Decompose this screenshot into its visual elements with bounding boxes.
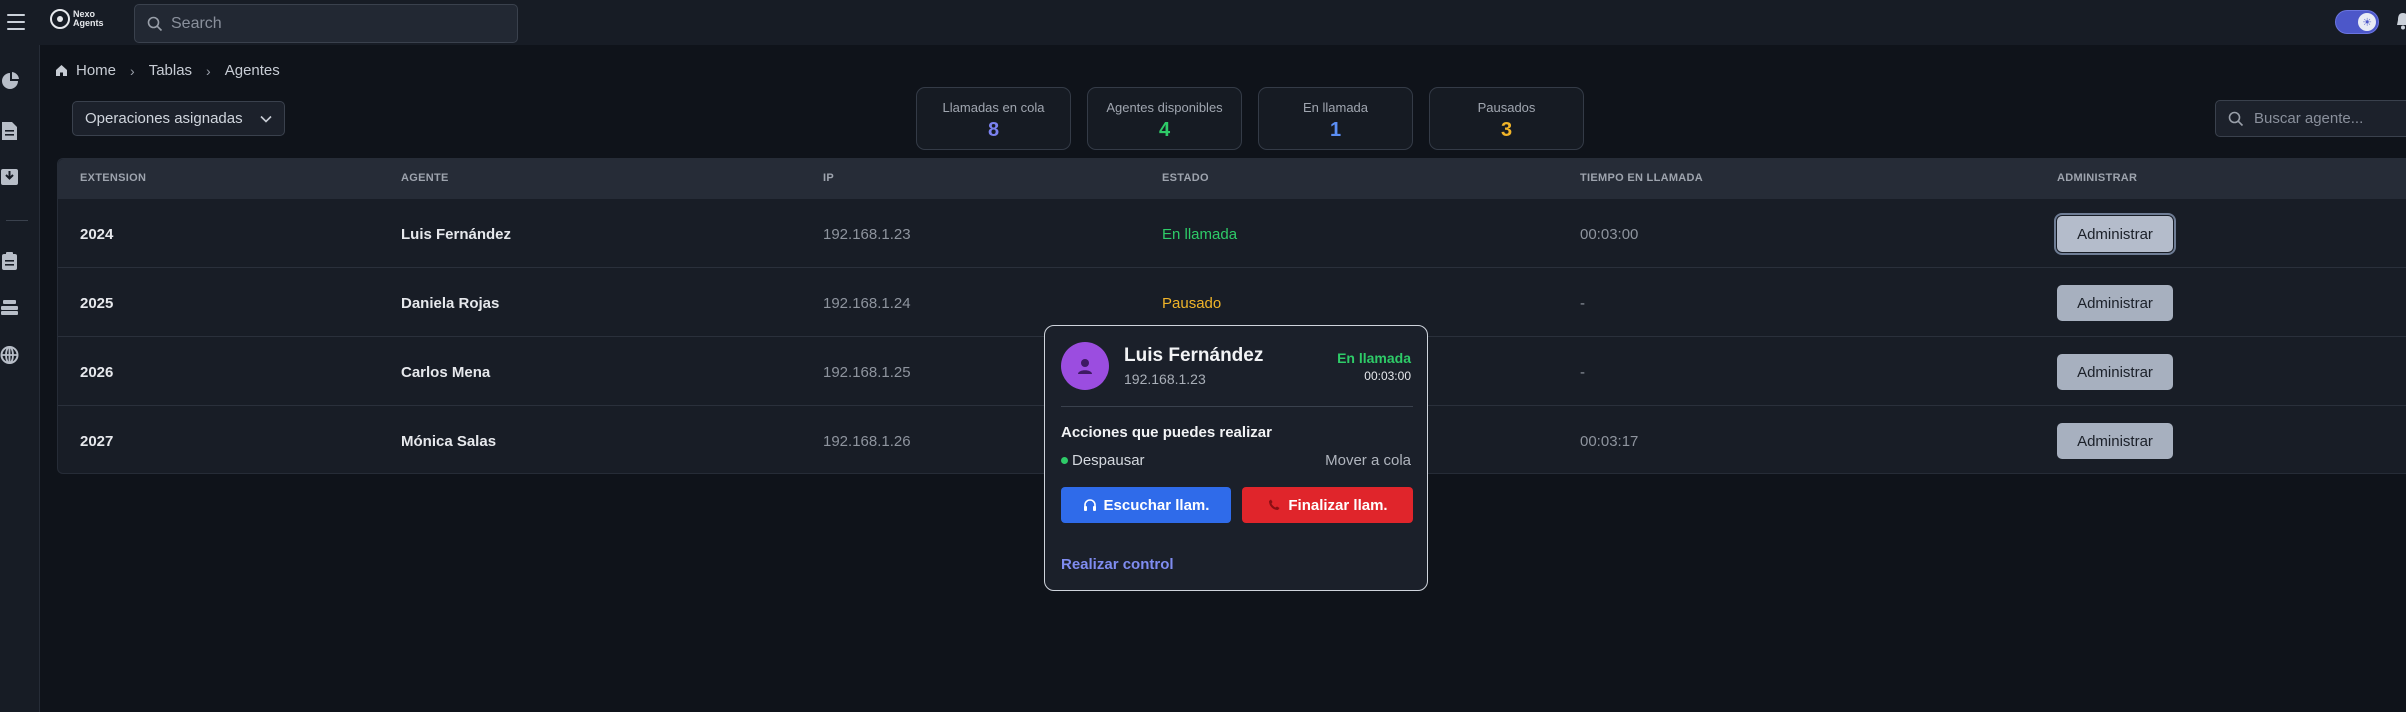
popover-actions-title: Acciones que puedes realizar (1061, 424, 1272, 441)
cell-agent: Daniela Rojas (401, 295, 500, 312)
cell-status: En llamada (1162, 226, 1238, 243)
agent-popover: Luis Fernández 192.168.1.23 En llamada 0… (1044, 325, 1428, 591)
stat-value: 1 (1329, 119, 1342, 141)
cell-call-time: 00:03:00 (1580, 226, 1639, 243)
logo-mark-icon (50, 9, 70, 29)
chevron-right-icon: › (206, 62, 211, 79)
end-call-label: Finalizar llam. (1288, 496, 1388, 514)
stat-label: Llamadas en cola (942, 100, 1045, 115)
sun-icon: ☀ (2358, 13, 2376, 31)
cell-ip: 192.168.1.26 (823, 433, 911, 450)
download-tray-icon[interactable] (0, 167, 20, 187)
stat-value: 8 (987, 119, 1000, 141)
breadcrumb-agentes: Agentes (224, 62, 280, 79)
user-icon (1078, 359, 1092, 374)
stat-value: 4 (1158, 119, 1171, 141)
home-icon[interactable] (55, 64, 68, 77)
popover-agent-ip: 192.168.1.23 (1124, 371, 1206, 387)
cell-extension: 2025 (80, 295, 114, 312)
clipboard-icon[interactable] (0, 251, 20, 271)
stat-card-on-call: En llamada 1 (1258, 87, 1413, 150)
global-search-input[interactable] (171, 14, 491, 33)
stat-label: Pausados (1477, 100, 1536, 115)
cell-extension: 2024 (80, 226, 114, 243)
column-header-manage: ADMINISTRAR (2057, 172, 2138, 184)
cell-ip: 192.168.1.23 (823, 226, 911, 243)
hamburger-icon[interactable] (7, 14, 25, 30)
table-row: 2024 Luis Fernández 192.168.1.23 En llam… (58, 199, 2406, 268)
table-header: EXTENSION AGENTE IP ESTADO TIEMPO EN LLA… (58, 159, 2406, 199)
stat-card-available: Agentes disponibles 4 (1087, 87, 1242, 150)
logo-text: Nexo Agents (73, 9, 104, 28)
document-icon[interactable] (0, 121, 20, 141)
status-dot-icon (1061, 457, 1068, 464)
cell-call-time: - (1580, 364, 1585, 381)
popover-call-time: 00:03:00 (1364, 369, 1411, 383)
unpause-label: Despausar (1072, 452, 1145, 469)
manage-button[interactable]: Administrar (2057, 285, 2173, 321)
unpause-action[interactable]: Despausar (1061, 452, 1145, 469)
search-icon (2228, 111, 2244, 126)
operations-dropdown-label: Operaciones asignadas (85, 110, 243, 127)
manage-button[interactable]: Administrar (2054, 213, 2176, 255)
operations-dropdown[interactable]: Operaciones asignadas (72, 101, 285, 136)
stat-card-paused: Pausados 3 (1429, 87, 1584, 150)
listen-call-label: Escuchar llam. (1103, 496, 1210, 514)
theme-toggle[interactable]: ☀ (2335, 10, 2379, 34)
popover-divider (1061, 406, 1413, 407)
breadcrumb-tablas[interactable]: Tablas (149, 62, 192, 79)
top-bar: Nexo Agents ☀ (0, 0, 2406, 45)
cell-call-time: - (1580, 295, 1585, 312)
breadcrumb: Home › Tablas › Agentes (55, 62, 280, 79)
sidebar (0, 45, 40, 712)
cell-extension: 2026 (80, 364, 114, 381)
cell-extension: 2027 (80, 433, 114, 450)
move-to-queue-action[interactable]: Mover a cola (1325, 452, 1411, 469)
bell-icon[interactable] (2396, 12, 2406, 30)
cell-ip: 192.168.1.24 (823, 295, 911, 312)
popover-status: En llamada (1337, 350, 1411, 366)
manage-button[interactable]: Administrar (2057, 354, 2173, 390)
chevron-down-icon (260, 115, 272, 123)
cell-status: Pausado (1162, 295, 1222, 312)
agent-search-input[interactable] (2254, 110, 2406, 127)
globe-icon[interactable] (0, 345, 20, 365)
cell-agent: Mónica Salas (401, 433, 497, 450)
cell-ip: 192.168.1.25 (823, 364, 911, 381)
listen-call-button[interactable]: Escuchar llam. (1061, 487, 1231, 523)
cell-call-time: 00:03:17 (1580, 433, 1639, 450)
cell-agent: Carlos Mena (401, 364, 491, 381)
cell-agent: Luis Fernández (401, 226, 512, 243)
end-call-button[interactable]: Finalizar llam. (1242, 487, 1413, 523)
layers-icon[interactable] (0, 297, 20, 317)
column-header-ip: IP (823, 172, 834, 184)
chevron-right-icon: › (130, 62, 135, 79)
app-logo[interactable]: Nexo Agents (50, 9, 104, 29)
column-header-call-time: TIEMPO EN LLAMADA (1580, 172, 1704, 184)
column-header-agent: AGENTE (401, 172, 449, 184)
perform-control-link[interactable]: Realizar control (1061, 556, 1174, 573)
pie-chart-icon[interactable] (0, 71, 20, 91)
popover-agent-name: Luis Fernández (1124, 345, 1264, 366)
column-header-extension: EXTENSION (80, 172, 147, 184)
headphones-icon (1083, 499, 1096, 511)
breadcrumb-home[interactable]: Home (76, 62, 116, 79)
stat-label: Agentes disponibles (1106, 100, 1223, 115)
agent-search[interactable] (2215, 100, 2406, 137)
stat-value: 3 (1500, 119, 1513, 141)
manage-button[interactable]: Administrar (2057, 423, 2173, 459)
stat-label: En llamada (1302, 100, 1369, 115)
phone-off-icon (1269, 499, 1280, 510)
sidebar-divider (6, 220, 28, 221)
stat-card-queue: Llamadas en cola 8 (916, 87, 1071, 150)
global-search[interactable] (134, 4, 518, 43)
search-icon (147, 16, 163, 31)
column-header-status: ESTADO (1162, 172, 1209, 184)
avatar (1061, 342, 1109, 390)
